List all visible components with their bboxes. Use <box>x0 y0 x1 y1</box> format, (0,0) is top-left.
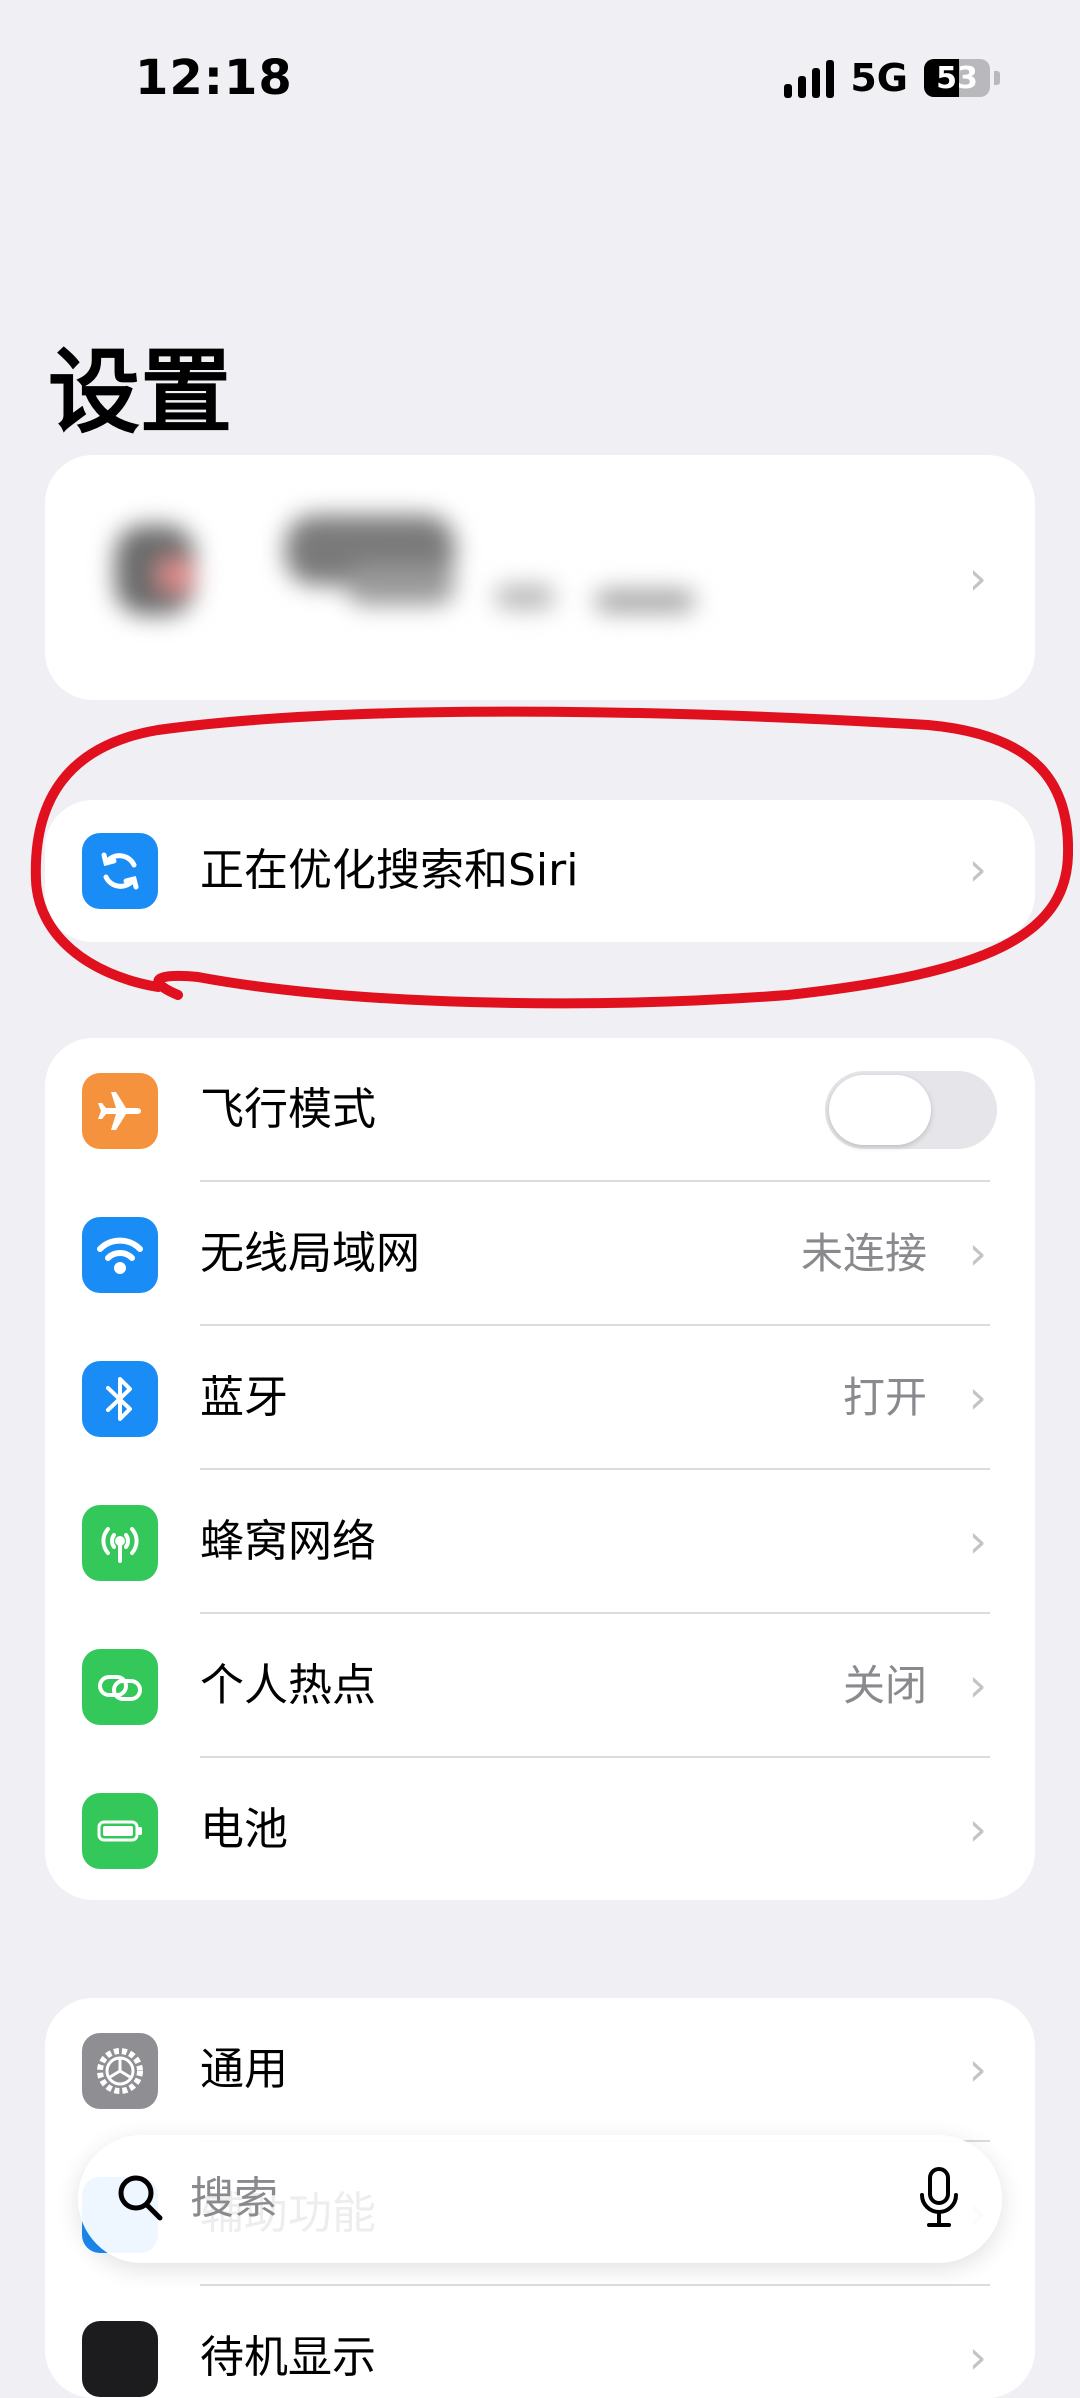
siri-optimizing-item[interactable]: 正在优化搜索和Siri › <box>45 800 1035 942</box>
hotspot-row[interactable]: 个人热点 关闭 › <box>45 1614 1035 1758</box>
airplane-mode-label: 飞行模式 <box>200 1084 376 1135</box>
signal-icon <box>784 58 835 98</box>
bluetooth-row[interactable]: 蓝牙 打开 › <box>45 1326 1035 1470</box>
status-time: 12:18 <box>135 50 293 106</box>
blurred-account-name <box>95 515 715 635</box>
status-indicators: 5G 53 <box>784 56 1000 100</box>
chevron-right-icon: › <box>968 1802 987 1856</box>
search-placeholder[interactable]: 搜索 <box>190 2135 278 2263</box>
wifi-label: 无线局域网 <box>200 1228 420 1279</box>
chevron-right-icon: › <box>968 2042 987 2096</box>
hotspot-icon <box>82 1649 158 1725</box>
microphone-icon[interactable] <box>916 2165 962 2237</box>
wifi-icon <box>82 1217 158 1293</box>
battery-label: 电池 <box>200 1804 288 1855</box>
airplane-icon <box>82 1073 158 1149</box>
wifi-status: 未连接 <box>800 1229 927 1278</box>
battery-row[interactable]: 电池 › <box>45 1758 1035 1900</box>
cellular-row[interactable]: 蜂窝网络 › <box>45 1470 1035 1614</box>
antenna-icon <box>82 1505 158 1581</box>
chevron-right-icon: › <box>968 1226 987 1280</box>
chevron-right-icon: › <box>968 842 987 896</box>
battery-level: 53 <box>936 60 978 96</box>
search-icon <box>112 2167 172 2235</box>
cellular-label: 蜂窝网络 <box>200 1516 376 1567</box>
sync-icon <box>82 833 158 909</box>
battery-status-icon: 53 <box>924 59 990 97</box>
connectivity-settings-group: 飞行模式 无线局域网 未连接 › 蓝牙 打开 › 蜂窝网络 › 个人热点 关闭 … <box>45 1038 1035 1900</box>
bluetooth-status: 打开 <box>842 1373 927 1422</box>
standby-label: 待机显示 <box>200 2332 376 2383</box>
general-row[interactable]: 通用 › <box>45 1998 1035 2142</box>
hotspot-label: 个人热点 <box>200 1660 376 1711</box>
search-bar[interactable]: 搜索 <box>78 2135 1002 2263</box>
chevron-right-icon: › <box>968 551 987 605</box>
standby-icon <box>82 2321 158 2397</box>
hotspot-status: 关闭 <box>842 1661 927 1710</box>
standby-row[interactable]: 待机显示 › <box>45 2286 1035 2398</box>
network-type: 5G <box>850 56 908 100</box>
chevron-right-icon: › <box>968 1658 987 1712</box>
airplane-mode-row: 飞行模式 <box>45 1038 1035 1182</box>
gear-icon <box>82 2033 158 2109</box>
airplane-mode-toggle[interactable] <box>825 1071 997 1149</box>
page-title: 设置 <box>48 339 233 446</box>
chevron-right-icon: › <box>968 1370 987 1424</box>
bluetooth-icon <box>82 1361 158 1437</box>
siri-item-label: 正在优化搜索和Siri <box>200 845 579 896</box>
bluetooth-label: 蓝牙 <box>200 1372 288 1423</box>
chevron-right-icon: › <box>968 1514 987 1568</box>
wifi-row[interactable]: 无线局域网 未连接 › <box>45 1182 1035 1326</box>
general-label: 通用 <box>200 2044 288 2095</box>
battery-icon <box>82 1793 158 1869</box>
apple-account-card[interactable]: › <box>45 455 1035 700</box>
